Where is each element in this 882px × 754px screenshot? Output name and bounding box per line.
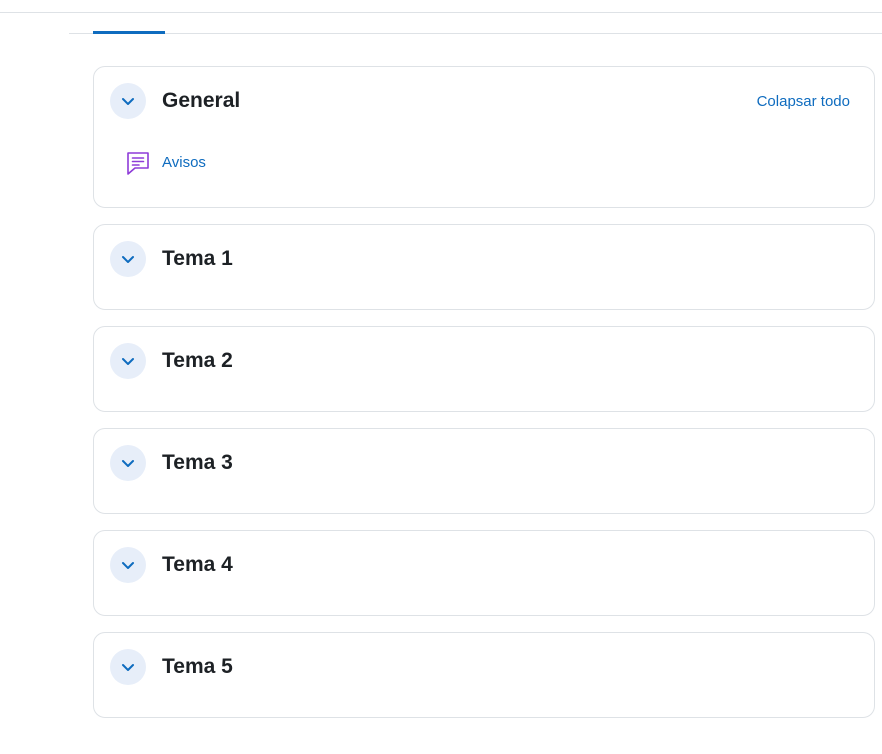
course-section-tema-4: Tema 4 xyxy=(93,530,875,616)
section-title: Tema 3 xyxy=(162,451,233,474)
chevron-down-icon xyxy=(120,251,136,267)
course-section-general: General Colapsar todo Avisos xyxy=(93,66,875,208)
section-title: Tema 2 xyxy=(162,349,233,372)
top-divider xyxy=(0,12,882,13)
chevron-down-icon xyxy=(120,93,136,109)
section-toggle-button[interactable] xyxy=(110,343,146,379)
chevron-down-icon xyxy=(120,557,136,573)
chevron-down-icon xyxy=(120,455,136,471)
activity-item[interactable]: Avisos xyxy=(124,149,206,177)
course-section-tema-3: Tema 3 xyxy=(93,428,875,514)
course-section-tema-1: Tema 1 xyxy=(93,224,875,310)
section-toggle-button[interactable] xyxy=(110,649,146,685)
course-section-tema-5: Tema 5 xyxy=(93,632,875,718)
section-title: Tema 5 xyxy=(162,655,233,678)
section-title: Tema 1 xyxy=(162,247,233,270)
activity-link[interactable]: Avisos xyxy=(162,154,206,172)
forum-icon xyxy=(124,149,152,177)
section-toggle-button[interactable] xyxy=(110,241,146,277)
section-title: Tema 4 xyxy=(162,553,233,576)
section-title: General xyxy=(162,89,241,112)
tab-strip-divider xyxy=(69,33,882,34)
chevron-down-icon xyxy=(120,659,136,675)
section-toggle-button[interactable] xyxy=(110,445,146,481)
section-toggle-button[interactable] xyxy=(110,547,146,583)
active-tab-indicator xyxy=(93,31,165,34)
chevron-down-icon xyxy=(120,353,136,369)
collapse-all-link[interactable]: Colapsar todo xyxy=(757,93,850,111)
course-section-tema-2: Tema 2 xyxy=(93,326,875,412)
section-toggle-button[interactable] xyxy=(110,83,146,119)
